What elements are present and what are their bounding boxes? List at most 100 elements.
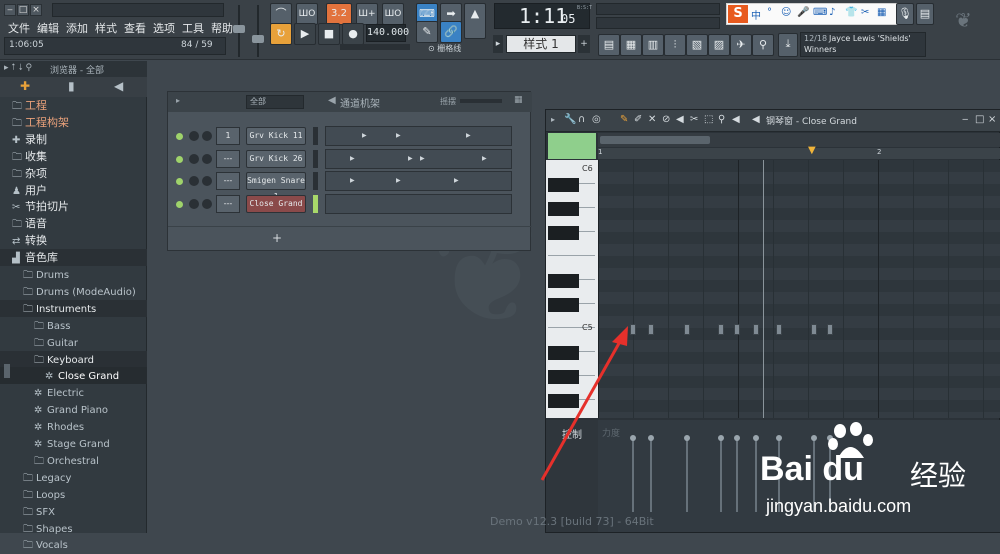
volume-knob-icon[interactable] <box>202 176 212 186</box>
pattern-prev-icon[interactable]: ▸ <box>493 35 503 53</box>
step-sequencer[interactable] <box>325 193 512 214</box>
browser-item[interactable]: 🗀 Vocals <box>0 536 147 553</box>
browser-item[interactable]: ✲ Stage Grand <box>0 435 147 452</box>
master-pitch-slider[interactable] <box>252 5 264 57</box>
velocity-bar[interactable] <box>720 438 722 512</box>
ime-music[interactable]: ♪ <box>829 7 835 18</box>
browser-item[interactable]: ✲ Close Grand <box>0 367 147 385</box>
mixer-track-number[interactable]: 1 <box>216 127 240 145</box>
toolbox-icon[interactable]: ▦ <box>877 7 886 18</box>
shuffle-slider[interactable] <box>340 44 410 50</box>
master-volume-slider[interactable] <box>233 5 245 57</box>
step-marker-icon[interactable]: ▶ <box>350 155 355 162</box>
magnet-icon[interactable]: ∩ <box>578 114 585 125</box>
menu-patterns[interactable]: 样式 <box>95 20 117 36</box>
settings-icon[interactable]: ✂ <box>861 7 869 18</box>
link-icon[interactable]: 🔗 <box>440 21 462 43</box>
browser-item[interactable]: 🗀 Loops <box>0 486 147 503</box>
mixer-track-number[interactable]: --- <box>216 149 240 168</box>
stop-button[interactable]: ■ <box>318 23 340 45</box>
stamp-tool[interactable] <box>548 133 596 159</box>
black-key[interactable] <box>548 274 579 288</box>
step-marker-icon[interactable]: ▶ <box>408 155 413 162</box>
menu-options[interactable]: 选项 <box>153 20 175 36</box>
channel-name-button[interactable]: Smigen Snare 1 <box>246 172 306 201</box>
note[interactable] <box>753 324 759 335</box>
volume-knob-icon[interactable] <box>202 198 212 209</box>
audio-input-icon[interactable]: 🎙 <box>896 3 914 25</box>
download-icon[interactable]: ⤓ <box>778 33 798 57</box>
browser-scroll-handle[interactable] <box>4 364 10 378</box>
loop-record-icon[interactable]: ШО <box>382 3 404 25</box>
ime-emoji[interactable]: ☺ <box>781 7 791 18</box>
pattern-add-icon[interactable]: + <box>578 35 590 53</box>
black-key[interactable] <box>548 298 579 312</box>
slip-tool-icon[interactable]: ◀ <box>676 114 684 125</box>
velocity-handle[interactable] <box>684 435 690 441</box>
play-button[interactable]: ▶ <box>294 23 316 45</box>
browser-item[interactable]: 🗀 工程构架 <box>0 114 147 131</box>
plugin-picker-icon[interactable]: ▨ <box>708 34 730 56</box>
velocity-handle[interactable] <box>718 435 724 441</box>
select-tool-icon[interactable]: ⬚ <box>704 114 713 125</box>
velocity-bar[interactable] <box>686 438 688 512</box>
browser-item[interactable]: 🗀 杂项 <box>0 165 147 182</box>
draw-tool-icon[interactable]: ✎ <box>416 21 438 43</box>
plugin-database-icon[interactable]: ✈ <box>730 34 752 56</box>
browser-window-icon[interactable]: ▧ <box>686 34 708 56</box>
channel-mute-led[interactable] <box>176 178 183 185</box>
voice-icon[interactable]: 🎤 <box>797 7 809 18</box>
channel-name-button[interactable]: Close Grand <box>246 194 306 213</box>
channel-select-led[interactable] <box>313 127 318 145</box>
minimize-icon[interactable]: ‒ <box>4 4 16 16</box>
close-icon[interactable]: × <box>30 4 42 16</box>
pencil-icon[interactable]: ✎ <box>620 114 628 125</box>
record-button[interactable]: ● <box>342 23 364 45</box>
note-grid[interactable] <box>598 160 1000 418</box>
mixer-window-icon[interactable]: ⫶ <box>664 34 686 56</box>
sogou-logo-icon[interactable]: S <box>728 5 748 23</box>
recording-options-icon[interactable]: ▲ <box>464 3 486 39</box>
step-marker-icon[interactable]: ▶ <box>466 132 471 139</box>
rack-filter[interactable]: 全部 <box>246 95 304 109</box>
maximize-icon[interactable]: □ <box>975 114 984 125</box>
channel-select-led[interactable] <box>313 172 318 190</box>
pattern-selector[interactable]: 样式 1 <box>506 35 576 53</box>
step-marker-icon[interactable]: ▶ <box>362 132 367 139</box>
menu-view[interactable]: 查看 <box>124 20 146 36</box>
step-marker-icon[interactable]: ▶ <box>420 155 425 162</box>
velocity-handle[interactable] <box>734 435 740 441</box>
browser-item[interactable]: ⇄ 转换 <box>0 232 147 249</box>
menu-tools[interactable]: 工具 <box>182 20 204 36</box>
browser-item[interactable]: ▟ 音色库 <box>0 249 147 267</box>
playhead-marker-icon[interactable]: ▼ <box>808 145 816 156</box>
pattern-number[interactable]: 3.2 <box>326 3 352 25</box>
browser-item[interactable]: 🗀 SFX <box>0 503 147 520</box>
rack-speaker-icon[interactable]: ◀ <box>328 95 336 106</box>
menu-edit[interactable]: 编辑 <box>37 20 59 36</box>
pan-knob-icon[interactable] <box>189 131 199 141</box>
channel-select-led[interactable] <box>313 149 318 168</box>
browser-item[interactable]: 🗀 Shapes <box>0 520 147 537</box>
black-key[interactable] <box>548 202 579 216</box>
step-marker-icon[interactable]: ▶ <box>350 177 355 184</box>
ime-punct[interactable]: ° <box>767 7 772 18</box>
note[interactable] <box>648 324 654 335</box>
pattern-song-toggle[interactable]: ↻ <box>270 23 292 45</box>
step-marker-icon[interactable]: ▶ <box>482 155 487 162</box>
browser-item[interactable]: 🗀 工程 <box>0 97 147 114</box>
mixer-track-number[interactable]: --- <box>216 194 240 213</box>
channel-mute-led[interactable] <box>176 133 183 140</box>
mic-window-icon[interactable]: ⚲ <box>752 34 774 56</box>
browser-item[interactable]: ✲ Electric <box>0 384 147 401</box>
playback-icon[interactable]: ◎ <box>592 114 601 125</box>
browser-item[interactable]: ✲ Rhodes <box>0 418 147 435</box>
channel-mute-led[interactable] <box>176 200 183 208</box>
browser-item[interactable]: ✚ 录制 <box>0 131 147 148</box>
piano-roll-window-icon[interactable]: ▦ <box>620 34 642 56</box>
slice-tool-icon[interactable]: ✂ <box>690 114 698 125</box>
menu-file[interactable]: 文件 <box>8 20 30 36</box>
browser-add-icon[interactable]: ✚ <box>20 79 30 93</box>
pan-knob-icon[interactable] <box>189 198 199 209</box>
browser-item[interactable]: 🗀 Drums <box>0 266 147 283</box>
